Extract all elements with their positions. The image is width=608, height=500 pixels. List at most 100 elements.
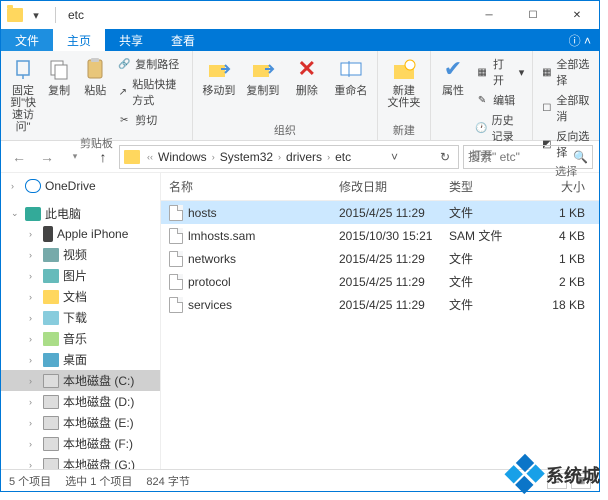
- newfolder-button[interactable]: 新建 文件夹: [384, 55, 424, 120]
- file-type: 文件: [441, 201, 511, 224]
- history-button[interactable]: 🕐历史记录: [473, 111, 526, 145]
- group-label: 新建: [384, 120, 424, 138]
- chevron-icon[interactable]: ‹‹: [144, 152, 156, 162]
- watermark: 系统城: [510, 460, 600, 490]
- delete-icon: ✕: [293, 55, 321, 83]
- paste-label: 粘贴: [84, 85, 106, 97]
- tree-onedrive[interactable]: ›OneDrive: [1, 177, 160, 195]
- status-size: 824 字节: [146, 473, 189, 489]
- minimize-button[interactable]: ─: [467, 1, 511, 29]
- dropdown-icon[interactable]: ˅: [387, 150, 402, 164]
- tab-share[interactable]: 共享: [105, 29, 157, 51]
- ribbon-group-open: ✔属性 ▦打开▾ ✎编辑 🕐历史记录 打开: [431, 51, 533, 140]
- watermark-icon: [504, 454, 546, 496]
- tree-drive-g[interactable]: ›本地磁盘 (G:): [1, 454, 160, 469]
- tab-view[interactable]: 查看: [157, 29, 209, 51]
- file-row[interactable]: services2015/4/25 11:29文件18 KB: [161, 293, 599, 316]
- pc-icon: [25, 207, 41, 221]
- col-size[interactable]: 大小: [511, 173, 599, 200]
- ribbon-group-clipboard: 固定到"快速访问" 复制 粘贴 🔗复制路径 ↗粘贴快捷方式 ✂剪切 剪贴板: [1, 51, 193, 140]
- link-icon: 🔗: [117, 57, 131, 71]
- selectnone-button[interactable]: ☐全部取消: [539, 91, 593, 125]
- tree-pictures[interactable]: ›图片: [1, 265, 160, 286]
- refresh-icon[interactable]: ↻: [436, 150, 454, 164]
- copyto-icon: [249, 55, 277, 83]
- paste-shortcut-button[interactable]: ↗粘贴快捷方式: [115, 75, 186, 109]
- search-placeholder: 搜索" etc": [468, 148, 520, 165]
- quick-access-toolbar: ▾ etc: [7, 4, 84, 26]
- file-row[interactable]: lmhosts.sam2015/10/30 15:21SAM 文件4 KB: [161, 224, 599, 247]
- file-row[interactable]: protocol2015/4/25 11:29文件2 KB: [161, 270, 599, 293]
- selectall-button[interactable]: ▦全部选择: [539, 55, 593, 89]
- scissors-icon: ✂: [117, 113, 131, 127]
- file-type: 文件: [441, 293, 511, 316]
- col-date[interactable]: 修改日期: [331, 173, 441, 200]
- file-icon: [169, 251, 183, 267]
- crumb[interactable]: drivers: [284, 150, 324, 164]
- paste-button[interactable]: 粘贴: [79, 55, 111, 133]
- pin-button[interactable]: 固定到"快速访问": [7, 55, 39, 133]
- delete-button[interactable]: ✕删除: [287, 55, 327, 120]
- file-type: 文件: [441, 247, 511, 270]
- chevron-icon[interactable]: ›: [324, 152, 333, 162]
- ribbon-collapse-button[interactable]: ⓘ ˄: [561, 29, 599, 51]
- tree-drive-f[interactable]: ›本地磁盘 (F:): [1, 433, 160, 454]
- tab-file[interactable]: 文件: [1, 29, 53, 51]
- file-name: hosts: [188, 206, 217, 220]
- file-date: 2015/10/30 15:21: [331, 226, 441, 246]
- file-icon: [169, 274, 183, 290]
- tree-downloads[interactable]: ›下载: [1, 307, 160, 328]
- file-row[interactable]: networks2015/4/25 11:29文件1 KB: [161, 247, 599, 270]
- close-button[interactable]: ✕: [555, 1, 599, 29]
- tree-desktop[interactable]: ›桌面: [1, 349, 160, 370]
- tree-drive-c[interactable]: ›本地磁盘 (C:): [1, 370, 160, 391]
- rename-button[interactable]: 重命名: [331, 55, 371, 120]
- search-input[interactable]: 搜索" etc" 🔍: [463, 145, 593, 169]
- open-button[interactable]: ▦打开▾: [473, 55, 526, 89]
- open-icon: ▦: [475, 65, 489, 79]
- col-name[interactable]: 名称: [161, 173, 331, 200]
- tree-music[interactable]: ›音乐: [1, 328, 160, 349]
- file-icon: [169, 228, 183, 244]
- navigation-tree[interactable]: ›OneDrive ⌄此电脑 ›Apple iPhone ›视频 ›图片 ›文档…: [1, 173, 161, 469]
- ribbon-group-select: ▦全部选择 ☐全部取消 ◩反向选择 选择: [533, 51, 599, 140]
- copy-path-button[interactable]: 🔗复制路径: [115, 55, 186, 73]
- tree-documents[interactable]: ›文档: [1, 286, 160, 307]
- properties-button[interactable]: ✔属性: [437, 55, 469, 145]
- qat-dropdown-icon[interactable]: ▾: [25, 4, 47, 26]
- crumb[interactable]: System32: [218, 150, 275, 164]
- pin-icon: [9, 55, 37, 83]
- col-type[interactable]: 类型: [441, 173, 511, 200]
- file-rows: hosts2015/4/25 11:29文件1 KB lmhosts.sam 201…: [161, 201, 599, 316]
- ribbon-tabs: 文件 主页 共享 查看 ⓘ ˄: [1, 29, 599, 51]
- copy-button[interactable]: 复制: [43, 55, 75, 133]
- recent-dropdown[interactable]: ▾: [63, 145, 87, 169]
- video-icon: [43, 248, 59, 262]
- tree-iphone[interactable]: ›Apple iPhone: [1, 224, 160, 244]
- copyto-button[interactable]: 复制到: [243, 55, 283, 120]
- status-items: 5 个项目: [9, 473, 51, 489]
- forward-button[interactable]: →: [35, 145, 59, 169]
- cut-button[interactable]: ✂剪切: [115, 111, 186, 129]
- back-button[interactable]: ←: [7, 145, 31, 169]
- tab-home[interactable]: 主页: [53, 29, 105, 51]
- breadcrumb-bar[interactable]: ‹‹ Windows › System32 › drivers › etc ˅ …: [119, 145, 459, 169]
- chevron-icon[interactable]: ›: [209, 152, 218, 162]
- crumb[interactable]: Windows: [156, 150, 209, 164]
- crumb[interactable]: etc: [333, 150, 353, 164]
- tree-thispc[interactable]: ⌄此电脑: [1, 203, 160, 224]
- tree-video[interactable]: ›视频: [1, 244, 160, 265]
- check-icon: ✔: [439, 55, 467, 83]
- edit-button[interactable]: ✎编辑: [473, 91, 526, 109]
- window-title: etc: [68, 8, 84, 22]
- up-button[interactable]: ↑: [91, 145, 115, 169]
- moveto-button[interactable]: 移动到: [199, 55, 239, 120]
- tree-drive-e[interactable]: ›本地磁盘 (E:): [1, 412, 160, 433]
- chevron-icon[interactable]: ›: [275, 152, 284, 162]
- file-icon: [169, 205, 183, 221]
- file-name: lmhosts.sam: [188, 229, 255, 243]
- file-row[interactable]: hosts2015/4/25 11:29文件1 KB: [161, 201, 599, 224]
- maximize-button[interactable]: ☐: [511, 1, 555, 29]
- drive-icon: [43, 458, 59, 470]
- tree-drive-d[interactable]: ›本地磁盘 (D:): [1, 391, 160, 412]
